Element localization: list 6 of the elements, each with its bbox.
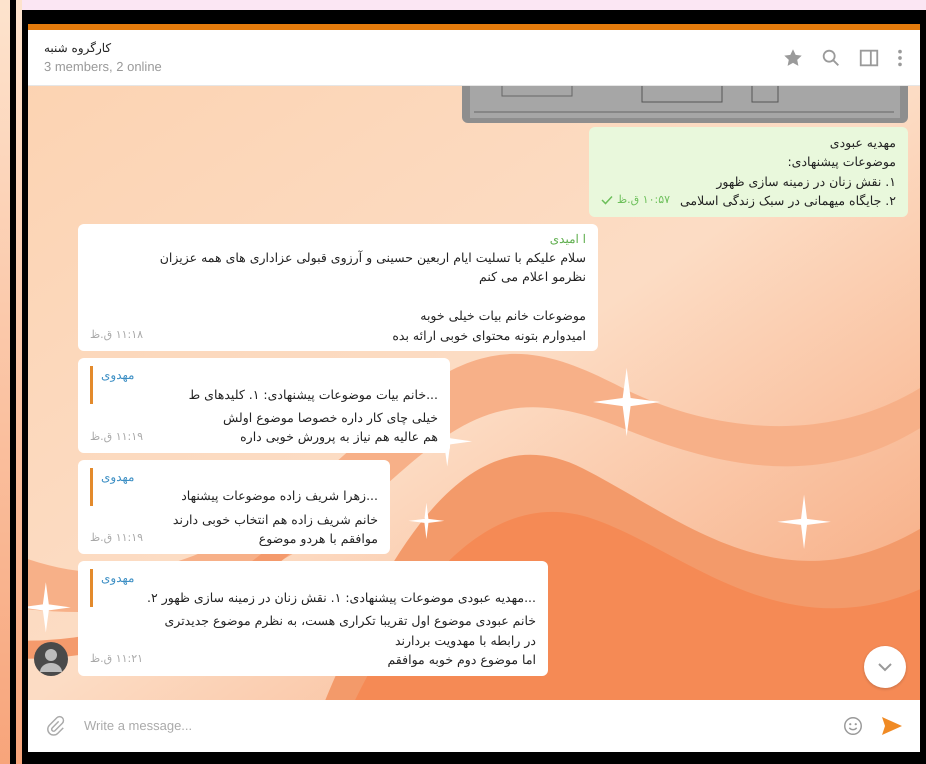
paperclip-icon[interactable] (44, 715, 66, 737)
chat-title: کارگروه شنبه (44, 40, 112, 57)
send-icon[interactable] (880, 714, 904, 738)
message-input[interactable]: Write a message... (82, 715, 826, 737)
emoji-icon[interactable] (842, 715, 864, 737)
chat-subtitle: 3 members, 2 online (44, 58, 163, 76)
